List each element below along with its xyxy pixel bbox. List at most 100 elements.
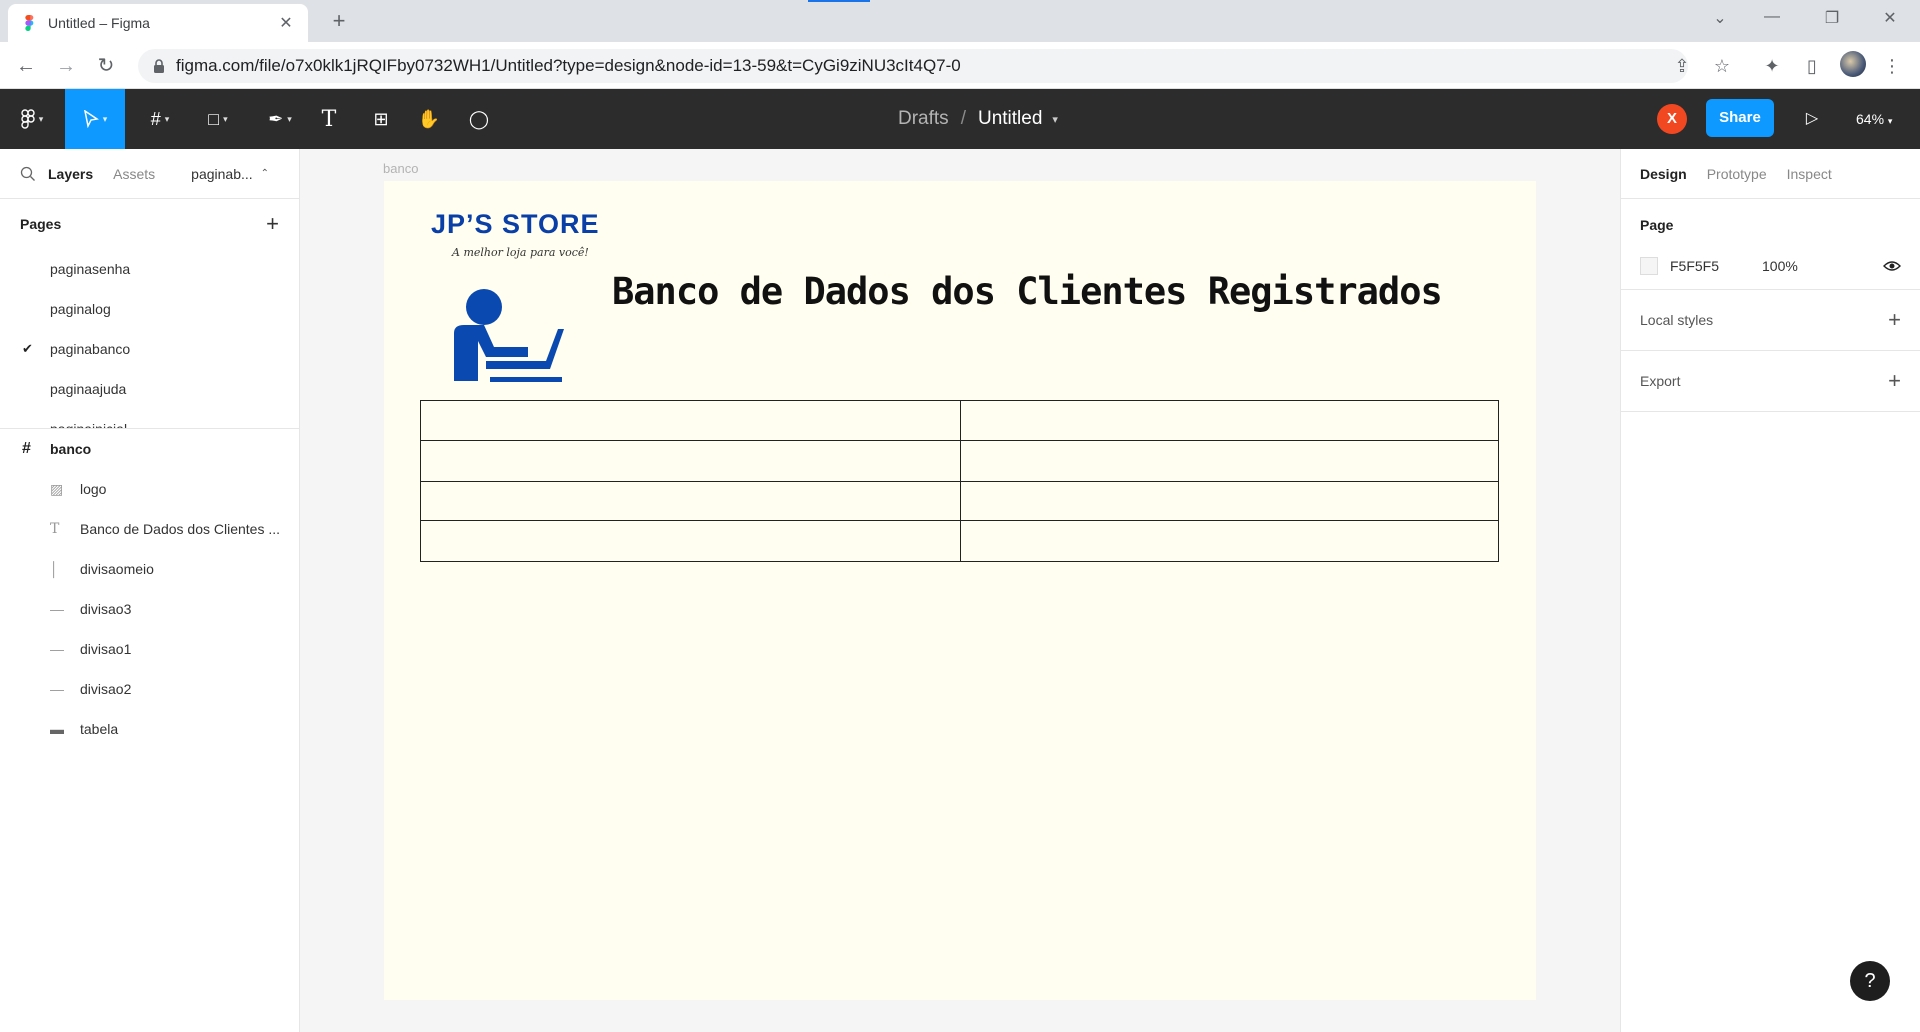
page-fill-row[interactable]: F5F5F5 100% (1640, 243, 1901, 289)
vertical-line-icon: │ (50, 561, 59, 577)
tab-prototype[interactable]: Prototype (1707, 166, 1767, 182)
layer-item[interactable]: │ divisaomeio (0, 549, 299, 589)
shape-tool-button[interactable]: □ ▾ (196, 89, 240, 149)
add-export-icon[interactable]: + (1888, 368, 1901, 394)
rectangle-icon: □ (208, 108, 220, 129)
tab-inspect[interactable]: Inspect (1787, 166, 1832, 182)
add-page-icon[interactable]: + (266, 211, 279, 237)
divisao2-line (421, 481, 1498, 482)
layer-item[interactable]: T Banco de Dados dos Clientes ... (0, 509, 299, 549)
close-window-button[interactable]: ✕ (1870, 8, 1910, 28)
drafts-link[interactable]: Drafts (898, 108, 949, 130)
url-text: figma.com/file/o7x0klk1jRQIFby0732WH1/Un… (176, 56, 961, 75)
comment-icon: ◯ (468, 108, 490, 129)
left-panel: Layers Assets paginab... ⌃ Pages + pagin… (0, 149, 300, 1032)
frame-icon: # (150, 108, 161, 129)
page-list: paginasenha paginalog ✔ paginabanco pagin… (0, 249, 299, 429)
pen-tool-button[interactable]: ✒ ▾ (258, 89, 302, 149)
figma-logo-icon (21, 109, 35, 129)
page-name: paginainicial (50, 421, 128, 429)
side-panel-icon[interactable]: ▯ (1798, 52, 1826, 80)
layer-frame-banco[interactable]: # banco (0, 429, 299, 469)
search-icon[interactable] (20, 166, 36, 182)
page-name: paginaajuda (50, 381, 127, 397)
tab-search-icon[interactable]: ⌄ (1700, 8, 1740, 28)
lock-icon (154, 59, 164, 73)
tab-layers[interactable]: Layers (48, 166, 93, 182)
local-styles-title: Local styles (1640, 312, 1714, 328)
tab-design[interactable]: Design (1640, 166, 1687, 182)
page-item[interactable]: paginainicial (0, 409, 299, 429)
chevron-down-icon[interactable]: ▾ (1052, 113, 1058, 126)
browser-tab[interactable]: Untitled – Figma ✕ (8, 4, 308, 42)
layer-name: divisao1 (80, 641, 132, 657)
figma-toolbar: ▾ ▾ # ▾ □ ▾ ✒ ▾ T ⊞ ✋ ◯ Drafts / Untitled ▾ (0, 89, 1920, 149)
extensions-icon[interactable]: ✦ (1758, 52, 1786, 80)
page-item[interactable]: paginasenha (0, 249, 299, 289)
export-title: Export (1640, 373, 1681, 389)
zoom-dropdown[interactable]: 64% ▾ (1856, 104, 1892, 134)
page-name: paginalog (50, 301, 111, 317)
layer-name: logo (80, 481, 107, 497)
figma-favicon-icon (25, 15, 34, 31)
minimize-button[interactable]: — (1752, 8, 1792, 26)
main-menu-button[interactable]: ▾ (10, 89, 54, 149)
layer-item[interactable]: ▬ tabela (0, 709, 299, 749)
present-play-icon[interactable]: ▷ (1800, 104, 1824, 134)
help-button[interactable]: ? (1850, 961, 1890, 1001)
url-field[interactable]: figma.com/file/o7x0klk1jRQIFby0732WH1/Un… (138, 49, 1688, 83)
eye-icon[interactable] (1883, 260, 1901, 272)
client-table (420, 400, 1499, 562)
page-item[interactable]: paginalog (0, 289, 299, 329)
file-name[interactable]: Untitled (978, 108, 1042, 130)
new-tab-button[interactable]: + (325, 8, 353, 36)
layer-item[interactable]: — divisao1 (0, 629, 299, 669)
local-styles-section: Local styles + (1621, 290, 1920, 351)
forward-icon[interactable]: → (52, 52, 80, 80)
move-tool-button[interactable]: ▾ (65, 89, 125, 149)
color-swatch[interactable] (1640, 257, 1658, 275)
user-avatar[interactable]: X (1657, 104, 1687, 134)
page-item[interactable]: paginaajuda (0, 369, 299, 409)
zoom-value: 64% (1856, 111, 1885, 127)
frame-label[interactable]: banco (383, 161, 418, 176)
text-icon: T (50, 521, 60, 537)
layer-name: divisaomeio (80, 561, 154, 577)
page-item-selected[interactable]: ✔ paginabanco (0, 329, 299, 369)
reload-icon[interactable]: ↻ (92, 52, 120, 80)
right-panel-tabs: Design Prototype Inspect (1621, 149, 1920, 199)
frame-icon: # (22, 440, 31, 457)
page-opacity-value[interactable]: 100% (1762, 258, 1883, 274)
chevron-up-icon[interactable]: ⌃ (261, 168, 269, 179)
tab-assets[interactable]: Assets (113, 166, 155, 182)
text-tool-button[interactable]: T (314, 89, 344, 149)
text-icon: T (321, 106, 337, 132)
profile-avatar[interactable] (1840, 51, 1866, 77)
share-button[interactable]: Share (1706, 99, 1774, 137)
page-color-value[interactable]: F5F5F5 (1670, 258, 1762, 274)
bookmark-star-icon[interactable]: ☆ (1708, 52, 1736, 80)
frame-tool-button[interactable]: # ▾ (138, 89, 182, 149)
layer-item[interactable]: — divisao2 (0, 669, 299, 709)
page-section-title: Page (1640, 217, 1674, 233)
divisao1-line (421, 440, 1498, 441)
share-page-icon[interactable]: ⇪ (1668, 52, 1696, 80)
pen-icon: ✒ (268, 108, 284, 129)
layer-item[interactable]: ▨ logo (0, 469, 299, 509)
current-page-selector[interactable]: paginab... (191, 166, 253, 182)
chrome-menu-icon[interactable]: ⋮ (1878, 52, 1906, 80)
comment-tool-button[interactable]: ◯ (464, 89, 494, 149)
frame-title: Banco de Dados dos Clientes Registrados (612, 270, 1443, 313)
tab-close-icon[interactable]: ✕ (276, 13, 296, 33)
add-style-icon[interactable]: + (1888, 307, 1901, 333)
cursor-icon (83, 110, 99, 128)
resources-tool-button[interactable]: ⊞ (366, 89, 396, 149)
page-section: Page F5F5F5 100% (1621, 199, 1920, 290)
frame-layer-name: banco (50, 441, 92, 457)
layer-name: divisao2 (80, 681, 132, 697)
layer-item[interactable]: — divisao3 (0, 589, 299, 629)
hand-tool-button[interactable]: ✋ (414, 89, 444, 149)
divisao3-line (421, 520, 1498, 521)
restore-button[interactable]: ❐ (1812, 8, 1852, 28)
back-icon[interactable]: ← (12, 52, 40, 80)
